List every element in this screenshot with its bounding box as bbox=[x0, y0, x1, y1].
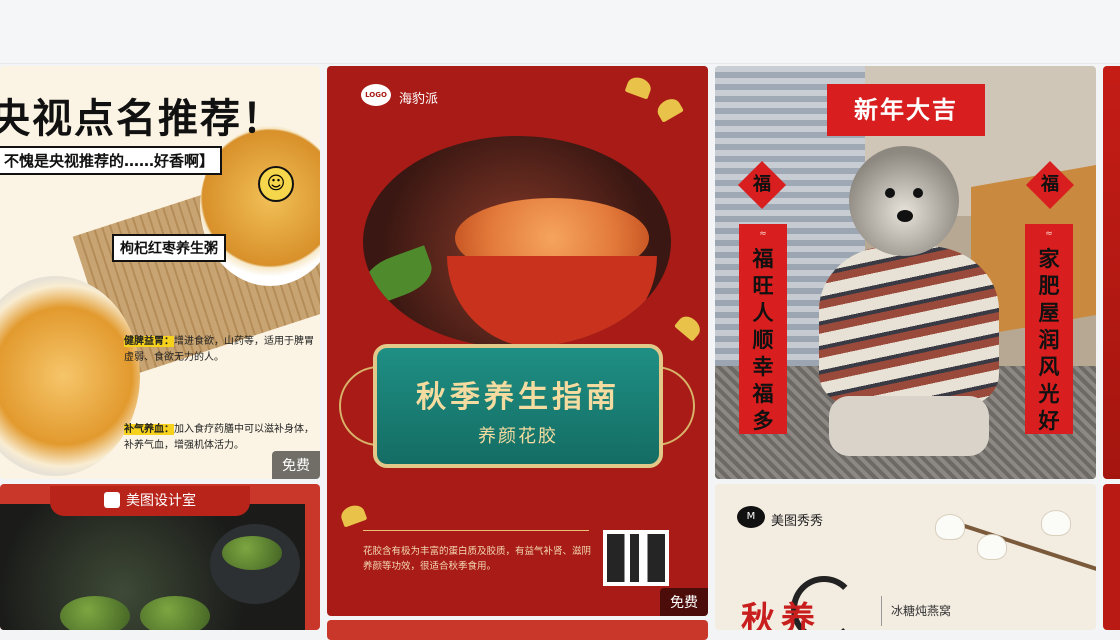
free-badge: 免费 bbox=[272, 451, 320, 479]
gingko-leaf-icon bbox=[338, 502, 368, 528]
green-dumpling-image bbox=[222, 536, 282, 570]
couplet-ornament: ≈ bbox=[759, 229, 767, 239]
gingko-leaf-icon bbox=[624, 74, 654, 100]
bullet-1: 健脾益胃：增进食欲，山药等，适用于脾胃虚弱、食欲无力的人。 bbox=[124, 334, 314, 366]
fu-diamond-left: 福 bbox=[737, 160, 787, 210]
template-card-partial[interactable] bbox=[327, 620, 708, 640]
free-badge: 免费 bbox=[660, 588, 708, 616]
dog-photo bbox=[809, 146, 999, 466]
gingko-leaf-icon bbox=[654, 95, 684, 123]
couplet-left-text: 福旺人顺幸福多 bbox=[752, 247, 774, 433]
title-banner: 秋季养生指南 养颜花胶 bbox=[373, 344, 663, 468]
fu-char-right: 福 bbox=[1041, 174, 1059, 195]
brand-name: 美图设计室 bbox=[126, 493, 196, 509]
fu-diamond-right: 福 bbox=[1025, 160, 1075, 210]
sub-title: 冰糖炖燕窝 bbox=[891, 604, 952, 618]
couplet-ornament: ≈ bbox=[1045, 229, 1053, 239]
logo-icon: LOGO bbox=[361, 84, 391, 106]
dog-legs bbox=[829, 396, 989, 456]
divider bbox=[363, 530, 589, 531]
divider bbox=[881, 596, 882, 626]
card-subline: 不愧是央视推荐的……好香啊】 bbox=[0, 146, 223, 175]
green-dumpling-image bbox=[60, 596, 130, 630]
magnolia-icon bbox=[935, 514, 965, 540]
template-card-new-year-dog[interactable]: 新年大吉 福 福 ≈ 福旺人顺幸福多 ≈ 家肥屋润风光好 bbox=[715, 66, 1096, 479]
card-description: 花胶含有极为丰富的蛋白质及胶质，有益气补肾、滋阴养颜等功效，很适合秋季食用。 bbox=[363, 546, 592, 572]
fu-char-left: 福 bbox=[753, 174, 771, 195]
green-dumpling-image bbox=[140, 596, 210, 630]
dog-nose bbox=[897, 210, 913, 222]
card-subtitle: 养颜花胶 bbox=[478, 426, 558, 447]
couplet-right: ≈ 家肥屋润风光好 bbox=[1025, 224, 1073, 434]
branch-decoration bbox=[954, 520, 1096, 572]
template-card-green-dumplings[interactable]: 美图设计室 bbox=[0, 484, 320, 630]
template-card-partial[interactable] bbox=[1103, 66, 1120, 479]
card-headline: 央视点名推荐！ bbox=[0, 96, 284, 142]
template-card-autumn-guide[interactable]: LOGO 海豹派 秋季养生指南 养颜花胶 花胶含有极为丰富的蛋白质及胶质，有益气… bbox=[327, 66, 708, 616]
magnolia-icon bbox=[977, 534, 1007, 560]
fish-maw-photo bbox=[363, 136, 671, 348]
big-title: 秋养 bbox=[741, 600, 821, 630]
couplet-left: ≈ 福旺人顺幸福多 bbox=[739, 224, 787, 434]
dog-eye bbox=[913, 188, 923, 198]
brand-name: 海豹派 bbox=[399, 92, 439, 107]
meitu-logo-icon: M bbox=[737, 506, 765, 528]
leaf-decoration bbox=[363, 245, 438, 307]
template-card-partial[interactable] bbox=[1103, 484, 1120, 630]
brand-pill: 美图设计室 bbox=[50, 486, 250, 516]
brand-name: 美图秀秀 bbox=[771, 514, 824, 529]
bullet-1-title: 健脾益胃： bbox=[124, 336, 174, 347]
magnolia-icon bbox=[1041, 510, 1071, 536]
red-bowl-image bbox=[447, 256, 657, 348]
bullet-2: 补气养血：加入食疗药膳中可以滋补身体，补养气血，增强机体活力。 bbox=[124, 422, 314, 454]
smiley-icon: ☺ bbox=[258, 166, 294, 202]
template-card-autumn-nest[interactable]: M 美图秀秀 秋养 冰糖炖燕窝 bbox=[715, 484, 1096, 630]
top-toolbar bbox=[0, 0, 1120, 64]
bullet-2-title: 补气养血： bbox=[124, 424, 174, 435]
template-card-porridge[interactable]: 央视点名推荐！ 不愧是央视推荐的……好香啊】 ☺ 枸杞红枣养生粥 健脾益胃：增进… bbox=[0, 66, 320, 479]
gingko-leaf-icon bbox=[674, 312, 704, 342]
card-title: 秋季养生指南 bbox=[416, 380, 620, 415]
dog-head bbox=[849, 146, 959, 256]
dog-body bbox=[819, 246, 999, 406]
dog-eye bbox=[885, 188, 895, 198]
card-tag: 枸杞红枣养生粥 bbox=[112, 234, 226, 262]
new-year-banner: 新年大吉 bbox=[827, 84, 985, 136]
grid-logo-icon bbox=[104, 492, 120, 508]
qr-code-icon bbox=[603, 530, 669, 586]
couplet-right-text: 家肥屋润风光好 bbox=[1038, 247, 1060, 433]
